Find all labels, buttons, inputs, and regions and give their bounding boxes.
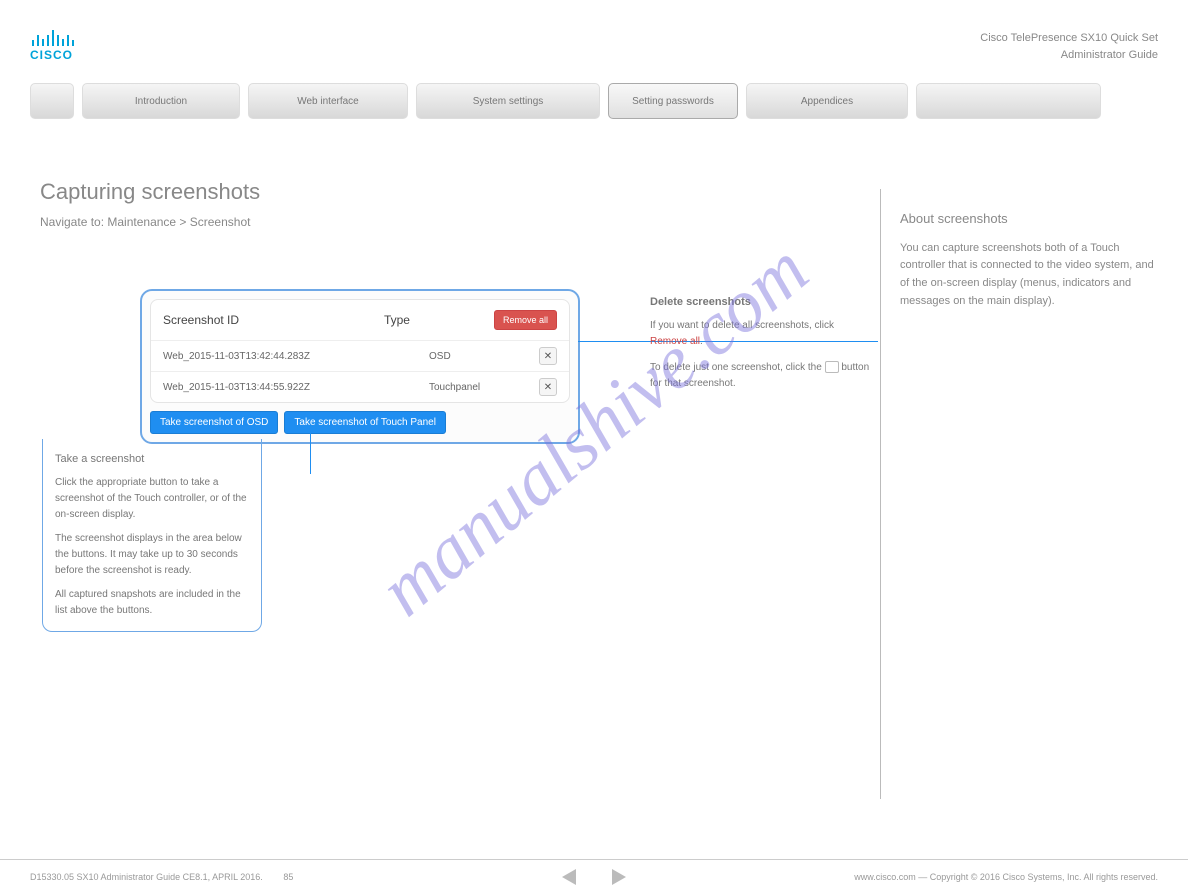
callout-text: Click the appropriate button to take a s…	[55, 475, 249, 523]
screenshot-panel: Screenshot ID Type Remove all Web_2015-1…	[140, 289, 580, 444]
callout-heading: Delete screenshots	[650, 294, 870, 312]
doc-name: Cisco TelePresence SX10 Quick Set	[980, 30, 1158, 47]
callout-text: The screenshot displays in the area belo…	[55, 531, 249, 579]
remove-all-ref: Remove all	[650, 336, 700, 347]
nav-tabs: Introduction Web interface System settin…	[30, 83, 1158, 119]
tab-system-settings[interactable]: System settings	[416, 83, 600, 119]
callout-delete-screenshots: Delete screenshots If you want to delete…	[650, 294, 870, 392]
callout-heading: Take a screenshot	[55, 451, 249, 469]
col-type-header: Type	[384, 313, 494, 327]
delete-row-button[interactable]: ✕	[539, 378, 557, 396]
doc-title-block: Cisco TelePresence SX10 Quick Set Admini…	[980, 30, 1158, 63]
cisco-logo: CISCO	[30, 30, 74, 62]
about-text: You can capture screenshots both of a To…	[900, 240, 1160, 310]
x-icon	[825, 361, 839, 373]
tab-appendices[interactable]: Appendices	[746, 83, 908, 119]
about-box: About screenshots You can capture screen…	[900, 209, 1160, 310]
col-id-header: Screenshot ID	[163, 313, 384, 327]
annotation-line	[310, 426, 311, 474]
doc-type: Administrator Guide	[980, 47, 1158, 64]
callout-text: If you want to delete all screenshots, c…	[650, 320, 834, 331]
row-type: OSD	[429, 351, 539, 362]
table-row: Web_2015-11-03T13:42:44.283Z OSD ✕	[151, 340, 569, 371]
tab-web-interface[interactable]: Web interface	[248, 83, 408, 119]
row-type: Touchpanel	[429, 382, 539, 393]
tab-setting-passwords[interactable]: Setting passwords	[608, 83, 738, 119]
callout-take-screenshot: Take a screenshot Click the appropriate …	[42, 439, 262, 632]
prev-page-icon[interactable]	[562, 869, 576, 885]
page-title: Capturing screenshots	[40, 179, 1158, 205]
take-osd-button[interactable]: Take screenshot of OSD	[150, 411, 278, 434]
row-id: Web_2015-11-03T13:44:55.922Z	[163, 382, 429, 393]
tab-blank[interactable]	[916, 83, 1101, 119]
screenshot-table-head: Screenshot ID Type Remove all	[151, 300, 569, 340]
next-page-icon[interactable]	[612, 869, 626, 885]
cisco-text: CISCO	[30, 48, 74, 62]
page-nav	[562, 869, 626, 885]
take-touch-button[interactable]: Take screenshot of Touch Panel	[284, 411, 446, 434]
vertical-divider	[880, 189, 881, 799]
footer-right: www.cisco.com — Copyright © 2016 Cisco S…	[854, 872, 1158, 882]
callout-text: All captured snapshots are included in t…	[55, 587, 249, 619]
about-heading: About screenshots	[900, 209, 1160, 230]
tab-toc[interactable]	[30, 83, 74, 119]
callout-text: To delete just one screenshot, click the	[650, 362, 825, 373]
delete-row-button[interactable]: ✕	[539, 347, 557, 365]
remove-all-button[interactable]: Remove all	[494, 310, 557, 330]
page-number: 85	[283, 872, 293, 882]
table-row: Web_2015-11-03T13:44:55.922Z Touchpanel …	[151, 371, 569, 402]
row-id: Web_2015-11-03T13:42:44.283Z	[163, 351, 429, 362]
footer-left: D15330.05 SX10 Administrator Guide CE8.1…	[30, 872, 263, 882]
tab-introduction[interactable]: Introduction	[82, 83, 240, 119]
